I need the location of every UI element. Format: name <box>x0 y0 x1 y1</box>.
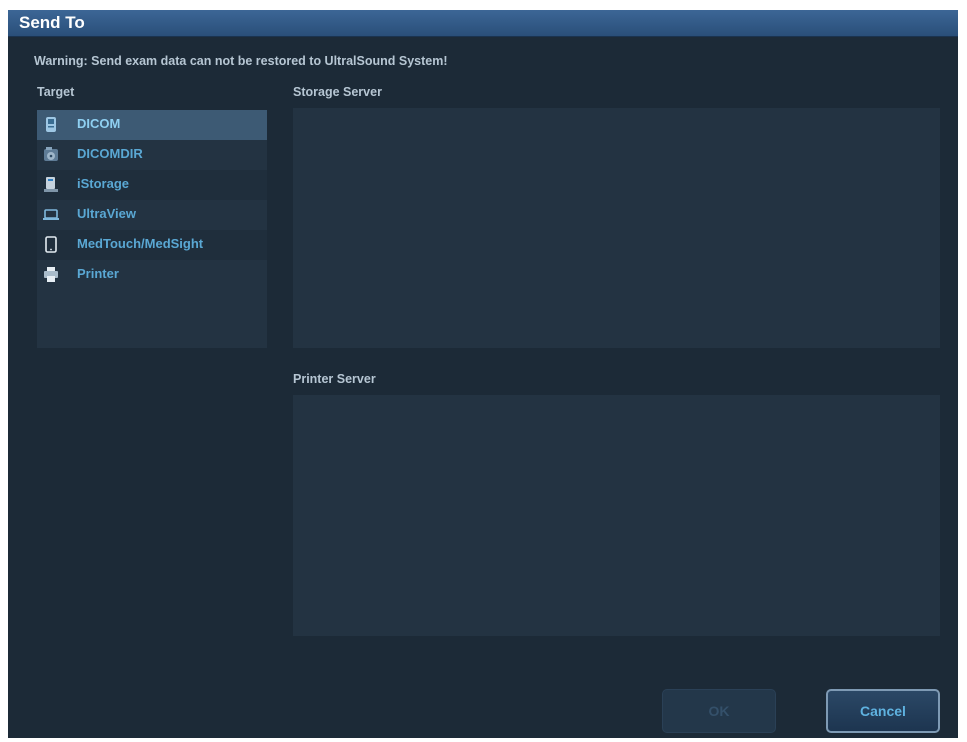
target-item-dicomdir[interactable]: DICOMDIR <box>37 140 267 170</box>
storage-server-list[interactable] <box>293 108 940 348</box>
title-bar: Send To <box>8 10 958 37</box>
target-item-ultraview[interactable]: UltraView <box>37 200 267 230</box>
target-item-label: iStorage <box>77 176 130 191</box>
ok-button[interactable]: OK <box>662 689 776 733</box>
tablet-icon <box>45 236 57 253</box>
laptop-icon <box>43 209 59 220</box>
target-item-label: DICOM <box>77 116 121 131</box>
target-label: Target <box>37 85 75 99</box>
dicom-device-icon <box>46 117 56 132</box>
target-item-printer[interactable]: Printer <box>37 260 267 290</box>
target-item-label: UltraView <box>77 206 137 221</box>
printer-server-list[interactable] <box>293 395 940 636</box>
target-item-label: Printer <box>77 266 119 281</box>
target-item-label: MedTouch/MedSight <box>77 236 204 251</box>
target-list: DICOM DICOMDIR iStorage UltraView MedTou… <box>37 110 267 348</box>
send-to-dialog: Send To Warning: Send exam data can not … <box>8 10 958 738</box>
cancel-button[interactable]: Cancel <box>826 689 940 733</box>
target-item-istorage[interactable]: iStorage <box>37 170 267 200</box>
istorage-server-icon <box>44 177 58 192</box>
warning-message: Warning: Send exam data can not be resto… <box>34 54 448 68</box>
printer-server-label: Printer Server <box>293 372 376 386</box>
dicomdir-disk-icon <box>44 147 58 161</box>
target-item-dicom[interactable]: DICOM <box>37 110 267 140</box>
dialog-title: Send To <box>19 13 85 32</box>
printer-icon <box>44 267 58 282</box>
target-item-label: DICOMDIR <box>77 146 143 161</box>
storage-server-label: Storage Server <box>293 85 382 99</box>
target-item-medtouch[interactable]: MedTouch/MedSight <box>37 230 267 260</box>
